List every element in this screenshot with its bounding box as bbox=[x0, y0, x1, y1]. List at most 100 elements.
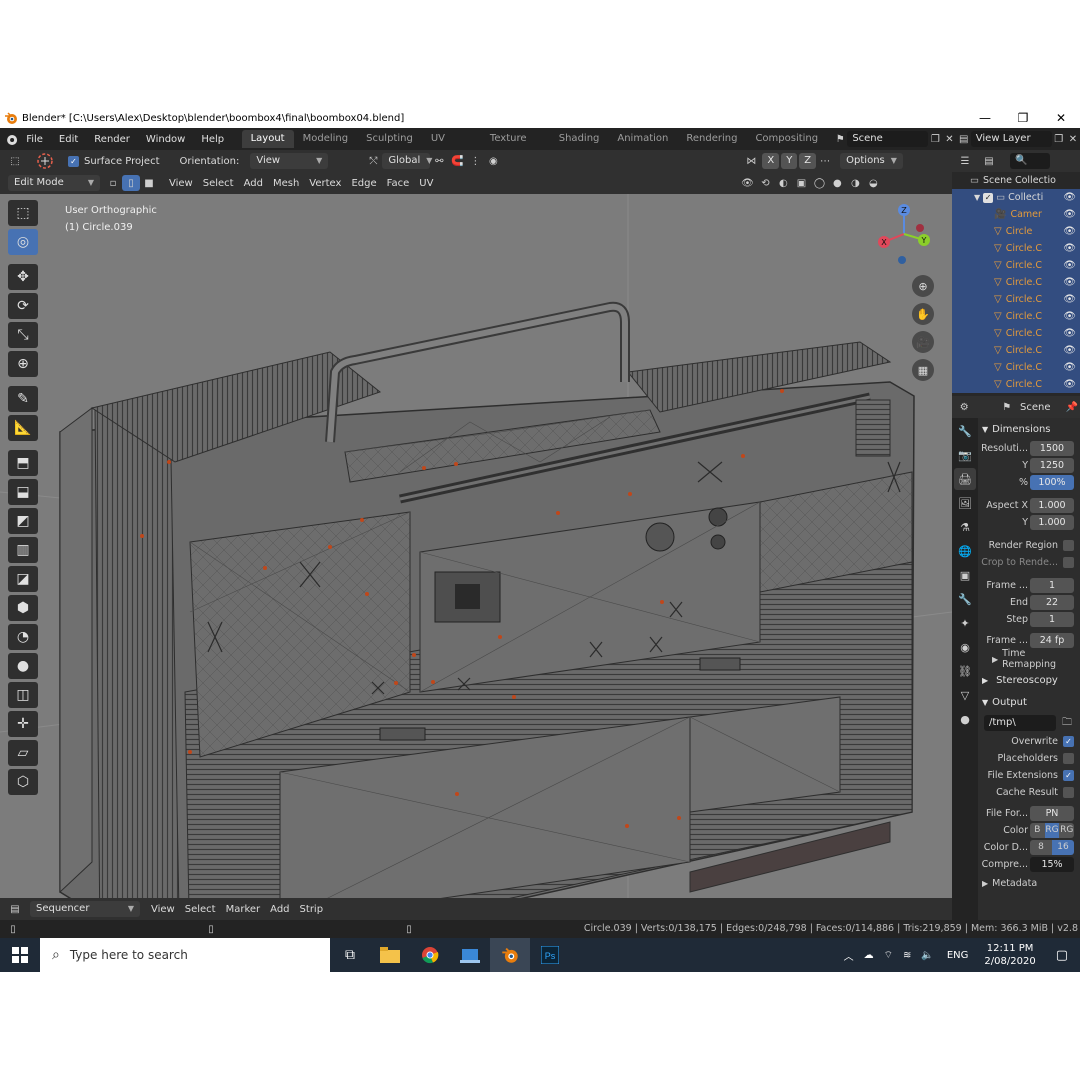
color-bw-button[interactable]: B bbox=[1030, 823, 1045, 838]
eye-icon[interactable]: 👁 bbox=[1063, 226, 1076, 237]
outliner-item[interactable]: ▽ Circle.C 👁 bbox=[952, 359, 1080, 376]
options-dropdown[interactable]: Options ▼ bbox=[840, 153, 903, 169]
editor-type-icon[interactable]: ⬚ bbox=[6, 153, 24, 169]
outliner-item[interactable]: ▽ Circle.C 👁 bbox=[952, 274, 1080, 291]
remove-view-layer-icon[interactable]: ✕ bbox=[1066, 131, 1080, 147]
notifications-icon[interactable]: ▢ bbox=[1044, 948, 1080, 963]
overwrite-checkbox[interactable]: ✓ bbox=[1063, 736, 1074, 747]
physics-tab-icon[interactable]: ◉ bbox=[954, 636, 976, 658]
gizmo-toggle-icon[interactable]: ⟲ bbox=[756, 175, 774, 191]
menu-render[interactable]: Render bbox=[86, 134, 138, 145]
seq-menu-add[interactable]: Add bbox=[265, 904, 294, 915]
metadata-panel-header[interactable]: ▶ Metadata bbox=[978, 873, 1080, 893]
active-tool-icon[interactable] bbox=[34, 152, 56, 170]
show-hidden-icons-icon[interactable]: ︿ bbox=[839, 948, 859, 963]
scene-icon[interactable]: ⚑ bbox=[833, 131, 847, 147]
shrink-fatten-tool-icon[interactable]: ✛ bbox=[8, 711, 38, 737]
camera-view-icon[interactable]: 🎥 bbox=[912, 331, 934, 353]
tab-compositing[interactable]: Compositing bbox=[746, 130, 827, 148]
data-tab-icon[interactable]: ▽ bbox=[954, 684, 976, 706]
select-box-tool-icon[interactable]: ⬚ bbox=[8, 200, 38, 226]
placeholders-checkbox[interactable] bbox=[1063, 753, 1074, 764]
frame-step-field[interactable]: 1 bbox=[1030, 612, 1074, 627]
cache-result-checkbox[interactable] bbox=[1063, 787, 1074, 798]
expand-chevron-icon[interactable]: ▼ bbox=[974, 193, 980, 202]
network-icon[interactable]: ⌔ bbox=[879, 949, 898, 962]
view-layer-icon[interactable]: ▤ bbox=[957, 131, 971, 147]
view-layer-tab-icon[interactable]: 🖼 bbox=[954, 492, 976, 514]
constraints-tab-icon[interactable]: ⛓ bbox=[954, 660, 976, 682]
render-tab-icon[interactable]: 📷 bbox=[954, 444, 976, 466]
seq-menu-view[interactable]: View bbox=[146, 904, 180, 915]
dimensions-panel-header[interactable]: ▼ Dimensions bbox=[978, 418, 1080, 440]
collection-checkbox[interactable]: ✓ bbox=[983, 192, 994, 203]
aspect-x-field[interactable]: 1.000 bbox=[1030, 498, 1074, 513]
edge-select-icon[interactable]: ▯ bbox=[122, 175, 140, 191]
poly-build-tool-icon[interactable]: ⬢ bbox=[8, 595, 38, 621]
menu-uv[interactable]: UV bbox=[414, 178, 438, 189]
language-indicator[interactable]: ENG bbox=[939, 950, 977, 961]
close-button[interactable]: ✕ bbox=[1042, 108, 1080, 128]
crop-checkbox[interactable] bbox=[1063, 557, 1074, 568]
color-rgba-button[interactable]: RG bbox=[1059, 823, 1075, 838]
eye-icon[interactable]: 👁 bbox=[1063, 192, 1076, 203]
mirror-x-toggle[interactable]: X bbox=[762, 153, 780, 169]
tab-uv-editing[interactable]: UV Editing bbox=[422, 130, 481, 162]
sequencer-editor-dropdown[interactable]: Sequencer ▼ bbox=[30, 901, 140, 917]
task-view-icon[interactable]: ⧉ bbox=[330, 938, 370, 972]
move-tool-icon[interactable]: ✥ bbox=[8, 264, 38, 290]
new-scene-icon[interactable]: ❐ bbox=[928, 131, 942, 147]
tab-layout[interactable]: Layout bbox=[241, 130, 294, 148]
menu-face[interactable]: Face bbox=[382, 178, 415, 189]
tab-animation[interactable]: Animation bbox=[608, 130, 677, 148]
paint-app-icon[interactable] bbox=[450, 938, 490, 972]
mirror-icon[interactable]: ⋈ bbox=[742, 153, 760, 169]
eye-icon[interactable]: 👁 bbox=[1063, 294, 1076, 305]
spin-tool-icon[interactable]: ◔ bbox=[8, 624, 38, 650]
particles-tab-icon[interactable]: ✦ bbox=[954, 612, 976, 634]
eye-icon[interactable]: 👁 bbox=[1063, 243, 1076, 254]
modifier-tab-icon[interactable]: 🔧 bbox=[954, 588, 976, 610]
file-extensions-checkbox[interactable]: ✓ bbox=[1063, 770, 1074, 781]
new-view-layer-icon[interactable]: ❐ bbox=[1052, 131, 1066, 147]
scene-tab-icon[interactable]: ⚗ bbox=[954, 516, 976, 538]
eye-icon[interactable]: 👁 bbox=[1063, 328, 1076, 339]
photoshop-icon[interactable]: Ps bbox=[530, 938, 570, 972]
vertex-select-icon[interactable]: ▫ bbox=[104, 175, 122, 191]
transform-tool-icon[interactable]: ⊕ bbox=[8, 351, 38, 377]
transform-orientation-dropdown[interactable]: Global ▼ bbox=[382, 153, 432, 169]
proportional-editing-icon[interactable]: ◉ bbox=[484, 153, 502, 169]
menu-select[interactable]: Select bbox=[198, 178, 239, 189]
annotate-tool-icon[interactable]: ✎ bbox=[8, 386, 38, 412]
tab-shading[interactable]: Shading bbox=[550, 130, 609, 148]
measure-tool-icon[interactable]: 📐 bbox=[8, 415, 38, 441]
eye-icon[interactable]: 👁 bbox=[1063, 362, 1076, 373]
depth-16-button[interactable]: 16 bbox=[1052, 840, 1074, 855]
outliner-item[interactable]: ▽ Circle.C 👁 bbox=[952, 308, 1080, 325]
outliner-item[interactable]: 🎥 Camer 👁 bbox=[952, 206, 1080, 223]
mode-dropdown[interactable]: Edit Mode ▼ bbox=[8, 175, 100, 191]
resolution-x-field[interactable]: 1500 bbox=[1030, 441, 1074, 456]
aspect-y-field[interactable]: 1.000 bbox=[1030, 515, 1074, 530]
view-layer-selector[interactable]: View Layer bbox=[970, 131, 1052, 147]
frame-rate-dropdown[interactable]: 24 fp bbox=[1030, 633, 1074, 648]
color-rgb-button[interactable]: RG bbox=[1044, 823, 1060, 838]
axis-gizmo[interactable]: Z X Y bbox=[872, 202, 936, 266]
volume-icon[interactable]: 🔈 bbox=[916, 950, 938, 961]
rotate-tool-icon[interactable]: ⟳ bbox=[8, 293, 38, 319]
menu-vertex[interactable]: Vertex bbox=[304, 178, 346, 189]
edge-slide-tool-icon[interactable]: ◫ bbox=[8, 682, 38, 708]
outliner-search-input[interactable]: 🔍 bbox=[1010, 153, 1050, 169]
outliner-item[interactable]: ▽ Circle.C 👁 bbox=[952, 325, 1080, 342]
menu-help[interactable]: Help bbox=[193, 134, 232, 145]
cursor-tool-icon[interactable]: ◎ bbox=[8, 229, 38, 255]
tab-texture-paint[interactable]: Texture Paint bbox=[481, 130, 550, 162]
eye-icon[interactable]: 👁 bbox=[1063, 260, 1076, 271]
rip-region-tool-icon[interactable]: ⬡ bbox=[8, 769, 38, 795]
solid-shading-icon[interactable]: ● bbox=[828, 175, 846, 191]
rendered-shading-icon[interactable]: ◒ bbox=[864, 175, 882, 191]
mirror-z-toggle[interactable]: Z bbox=[799, 153, 817, 169]
output-tab-icon[interactable]: 🖨 bbox=[954, 468, 976, 490]
snap-icon[interactable]: 🧲 bbox=[448, 153, 466, 169]
chrome-icon[interactable] bbox=[410, 938, 450, 972]
